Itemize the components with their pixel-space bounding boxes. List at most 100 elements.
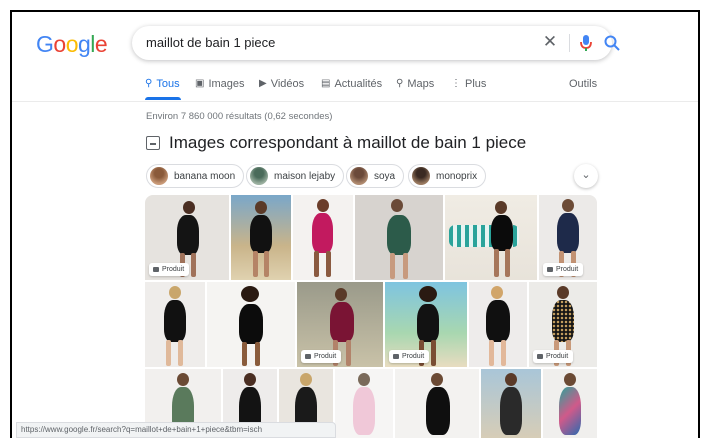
model-leg — [431, 340, 436, 366]
google-logo[interactable]: Google — [36, 31, 108, 58]
search-box[interactable]: maillot de bain 1 piece ✕ — [132, 26, 620, 60]
swimsuit — [250, 215, 272, 253]
tab-label: Vidéos — [270, 78, 305, 90]
tools-button[interactable]: Outils — [569, 78, 597, 90]
image-result[interactable] — [231, 195, 291, 280]
tag-icon — [393, 354, 399, 359]
active-tab-indicator — [145, 97, 181, 100]
search-icon: ⚲ — [145, 78, 153, 89]
chip-thumbnail — [250, 167, 268, 185]
video-icon: ▶ — [259, 78, 267, 89]
chevron-down-icon[interactable]: ⌄ — [574, 164, 598, 188]
mic-icon[interactable] — [578, 33, 594, 53]
product-badge: Produit — [149, 263, 190, 276]
model-leg — [326, 251, 331, 277]
model-head — [300, 373, 312, 386]
chip-label: banana moon — [174, 170, 236, 182]
tab-label: Tous — [156, 78, 180, 90]
search-header: Google maillot de bain 1 piece ✕ ⚲Tous — [12, 12, 698, 102]
model-head — [244, 373, 256, 386]
chip-thumbnail — [150, 167, 168, 185]
model-head — [557, 286, 569, 299]
chip-monoprix[interactable]: monoprix — [408, 164, 487, 188]
model-head — [169, 286, 181, 299]
image-result[interactable] — [355, 195, 443, 280]
pin-icon: ⚲ — [396, 78, 404, 89]
chip-label: monoprix — [436, 170, 478, 182]
model-leg — [390, 253, 395, 279]
tag-icon — [153, 267, 159, 272]
result-stats: Environ 7 860 000 résultats (0,62 second… — [146, 111, 333, 122]
model-head — [564, 373, 576, 386]
tab-plus[interactable]: ⋮ Plus — [451, 78, 486, 90]
logo-letter: o — [53, 31, 66, 57]
model-head — [491, 286, 503, 299]
logo-letter: e — [94, 31, 108, 57]
image-result[interactable] — [207, 282, 295, 367]
image-result[interactable] — [335, 369, 393, 438]
image-result[interactable]: Produit — [385, 282, 467, 367]
more-icon: ⋮ — [451, 78, 461, 89]
tab-images[interactable]: ▣ Images — [195, 78, 245, 90]
swimsuit — [177, 215, 199, 255]
image-results-grid: Produit Produit Produit Produit Produit — [145, 195, 597, 438]
model-leg — [253, 251, 258, 277]
image-result[interactable]: Produit — [145, 195, 229, 280]
swimsuit — [330, 302, 354, 342]
tab-label: Maps — [407, 78, 435, 90]
chip-banana-moon[interactable]: banana moon — [146, 164, 245, 188]
tag-icon — [305, 354, 311, 359]
model-leg — [314, 251, 319, 277]
product-badge: Produit — [533, 350, 574, 363]
tab-tous[interactable]: ⚲ Tous — [145, 78, 180, 90]
image-result[interactable] — [145, 282, 205, 367]
swimsuit — [312, 213, 333, 253]
chip-maison-lejaby[interactable]: maison lejaby — [246, 164, 345, 188]
search-icon[interactable] — [602, 33, 622, 53]
badge-label: Produit — [162, 266, 185, 273]
swimsuit — [387, 215, 411, 255]
model-head — [317, 199, 329, 212]
model-leg — [264, 251, 269, 277]
tab-label: Images — [208, 78, 245, 90]
image-result[interactable]: Produit — [529, 282, 597, 367]
model-head — [177, 373, 189, 386]
model-head — [241, 286, 259, 302]
status-bar-url: https://www.google.fr/search?q=maillot+d… — [16, 422, 336, 438]
model-leg — [505, 249, 510, 277]
search-input[interactable]: maillot de bain 1 piece — [146, 35, 275, 50]
image-result[interactable]: Produit — [539, 195, 597, 280]
model-leg — [494, 249, 499, 277]
image-result[interactable] — [469, 282, 527, 367]
badge-label: Produit — [314, 353, 337, 360]
model-leg — [166, 340, 171, 366]
chip-thumbnail — [412, 167, 430, 185]
model-leg — [346, 340, 351, 366]
tab-videos[interactable]: ▶ Vidéos — [259, 78, 304, 90]
swimsuit — [559, 387, 581, 435]
badge-label: Produit — [556, 266, 579, 273]
chip-label: maison lejaby — [274, 170, 336, 182]
model-leg — [191, 253, 196, 277]
logo-letter: o — [65, 31, 79, 57]
image-result[interactable] — [481, 369, 541, 438]
swimsuit — [239, 304, 263, 344]
image-icon — [146, 136, 160, 150]
model-leg — [489, 340, 494, 366]
images-section-heading: Images correspondant à maillot de bain 1… — [146, 133, 526, 153]
close-icon[interactable]: ✕ — [540, 32, 560, 52]
chip-soya[interactable]: soya — [346, 164, 405, 188]
image-result[interactable] — [293, 195, 353, 280]
model-head — [358, 373, 370, 386]
image-result[interactable]: Produit — [297, 282, 383, 367]
tab-maps[interactable]: ⚲ Maps — [396, 78, 434, 90]
chip-thumbnail — [350, 167, 368, 185]
image-result[interactable] — [543, 369, 597, 438]
image-icon: ▣ — [195, 78, 205, 89]
model-leg — [403, 253, 408, 279]
tab-actualites[interactable]: ▤ Actualités — [321, 78, 382, 90]
image-result[interactable] — [445, 195, 537, 280]
product-badge: Produit — [301, 350, 342, 363]
image-result[interactable] — [395, 369, 479, 438]
model-head — [431, 373, 443, 386]
